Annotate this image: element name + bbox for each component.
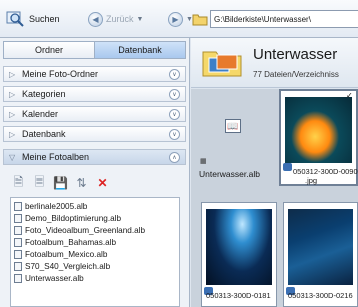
section-meine-fotoalben[interactable]: ▽ Meine Fotoalben ∧ bbox=[3, 149, 186, 165]
folder-up-button[interactable] bbox=[192, 10, 208, 28]
section-label: Meine Foto-Ordner bbox=[22, 69, 99, 79]
album-file-icon bbox=[14, 261, 22, 271]
album-file-icon bbox=[14, 225, 22, 235]
tab-datenbank[interactable]: Datenbank bbox=[95, 41, 186, 59]
album-file-icon bbox=[14, 273, 22, 283]
sort-icon[interactable]: ⇅ bbox=[75, 176, 88, 190]
album-label: Unterwasser.alb bbox=[25, 273, 84, 283]
toolbar: Suchen ◀ Zurück ▼ ▶ ▼ G:\Bilderkiste\Unt… bbox=[0, 0, 358, 38]
thumbnail-caption: 050313-300D-0216 bbox=[288, 291, 353, 300]
list-item[interactable]: berlinale2005.alb bbox=[14, 200, 176, 212]
forward-button[interactable]: ▶ ▼ bbox=[168, 10, 193, 28]
thumbnail-caption: 050313-300D-0181 bbox=[206, 291, 271, 300]
album-label: Demo_Bildoptimierung.alb bbox=[25, 213, 122, 223]
album-book-icon: 📖 bbox=[225, 119, 241, 133]
section-kategorien[interactable]: ▷ Kategorien ∨ bbox=[3, 86, 186, 102]
list-item[interactable]: Demo_Bildoptimierung.alb bbox=[14, 212, 176, 224]
forward-arrow-icon: ▶ bbox=[168, 11, 183, 27]
delete-icon[interactable]: ✕ bbox=[96, 176, 109, 190]
photo-reef bbox=[288, 209, 353, 285]
section-label: Meine Fotoalben bbox=[22, 152, 90, 162]
thumbnail-caption: 050312-300D-0090 .jpg bbox=[285, 167, 358, 185]
caption-line: 050312-300D-0090 bbox=[293, 167, 358, 176]
album-label: Foto_Videoalbum_Greenland.alb bbox=[25, 225, 146, 235]
thumbnail[interactable]: ✓ 050312-300D-0090 .jpg bbox=[279, 89, 358, 186]
chevron-down-icon: ▽ bbox=[9, 152, 16, 162]
album-label: Fotoalbum_Bahamas.alb bbox=[25, 237, 117, 247]
thumbnail[interactable]: 050313-300D-0216 bbox=[283, 202, 358, 307]
back-label: Zurück bbox=[106, 14, 134, 24]
new-album-icon[interactable]: 🗎 bbox=[12, 175, 25, 190]
path-input[interactable]: G:\Bilderkiste\Unterwasser\ bbox=[210, 10, 358, 28]
file-count: 77 Dateien/Verzeichniss bbox=[253, 70, 339, 79]
caption-line: .jpg bbox=[305, 176, 318, 185]
search-icon bbox=[6, 11, 24, 27]
collapse-icon[interactable]: ∧ bbox=[169, 151, 180, 163]
expand-icon[interactable]: ∨ bbox=[169, 68, 180, 80]
section-label: Kalender bbox=[22, 109, 59, 119]
list-item[interactable]: Fotoalbum_Mexico.alb bbox=[14, 248, 176, 260]
album-list[interactable]: berlinale2005.alb Demo_Bildoptimierung.a… bbox=[10, 197, 180, 307]
chevron-right-icon: ▷ bbox=[9, 89, 16, 99]
expand-icon[interactable]: ∨ bbox=[169, 128, 180, 140]
search-label: Suchen bbox=[29, 14, 60, 24]
folder-icon bbox=[202, 51, 242, 77]
album-label: Fotoalbum_Mexico.alb bbox=[25, 249, 108, 259]
album-label: S70_S40_Vergleich.alb bbox=[25, 261, 111, 271]
chevron-right-icon: ▷ bbox=[9, 69, 16, 79]
section-datenbank[interactable]: ▷ Datenbank ∨ bbox=[3, 126, 186, 142]
save-album-icon[interactable]: 💾 bbox=[53, 176, 68, 190]
album-label: berlinale2005.alb bbox=[25, 201, 88, 211]
path-value: G:\Bilderkiste\Unterwasser\ bbox=[214, 14, 311, 24]
list-item[interactable]: Fotoalbum_Bahamas.alb bbox=[14, 236, 176, 248]
tab-ordner[interactable]: Ordner bbox=[3, 41, 95, 59]
folder-icon bbox=[192, 14, 208, 26]
chevron-down-icon: ▼ bbox=[136, 15, 144, 23]
expand-icon[interactable]: ∨ bbox=[169, 108, 180, 120]
album-file-icon bbox=[14, 213, 22, 223]
left-panel: Ordner Datenbank ▷ Meine Foto-Ordner ∨ ▷… bbox=[0, 38, 190, 307]
album-file-icon bbox=[14, 237, 22, 247]
content-panel: Unterwasser 77 Dateien/Verzeichniss 📖 ▦ … bbox=[191, 38, 358, 307]
section-kalender[interactable]: ▷ Kalender ∨ bbox=[3, 106, 186, 122]
list-item[interactable]: Foto_Videoalbum_Greenland.alb bbox=[14, 224, 176, 236]
album-tile-label: Unterwasser.alb bbox=[199, 169, 260, 179]
photo-clownfish bbox=[285, 97, 352, 163]
search-button[interactable]: Suchen bbox=[6, 10, 60, 28]
list-item[interactable]: Unterwasser.alb bbox=[14, 272, 176, 284]
section-meine-foto-ordner[interactable]: ▷ Meine Foto-Ordner ∨ bbox=[3, 66, 186, 82]
album-file-icon bbox=[14, 201, 22, 211]
folder-header: Unterwasser 77 Dateien/Verzeichniss bbox=[191, 38, 358, 88]
panel-tabs: Ordner Datenbank bbox=[3, 41, 186, 59]
section-label: Kategorien bbox=[22, 89, 66, 99]
section-label: Datenbank bbox=[22, 129, 66, 139]
chevron-right-icon: ▷ bbox=[9, 129, 16, 139]
album-type-icon: ▦ bbox=[200, 158, 207, 165]
chevron-right-icon: ▷ bbox=[9, 109, 16, 119]
open-album-icon[interactable]: 🗏 bbox=[33, 175, 46, 190]
photo-diver bbox=[206, 209, 272, 285]
list-item[interactable]: S70_S40_Vergleich.alb bbox=[14, 260, 176, 272]
expand-icon[interactable]: ∨ bbox=[169, 88, 180, 100]
back-button[interactable]: ◀ Zurück ▼ bbox=[88, 10, 143, 28]
thumbnail[interactable]: 050313-300D-0181 bbox=[201, 202, 277, 307]
back-arrow-icon: ◀ bbox=[88, 11, 103, 27]
page-title: Unterwasser bbox=[253, 46, 338, 63]
thumbnail-grid: 📖 ▦ Unterwasser.alb ✓ 050312-300D-0090 .… bbox=[191, 89, 358, 307]
album-toolbar: 🗎 🗏 💾 ⇅ ✕ bbox=[12, 175, 109, 191]
album-file-icon bbox=[14, 249, 22, 259]
album-tile[interactable]: 📖 ▦ Unterwasser.alb bbox=[197, 97, 261, 185]
